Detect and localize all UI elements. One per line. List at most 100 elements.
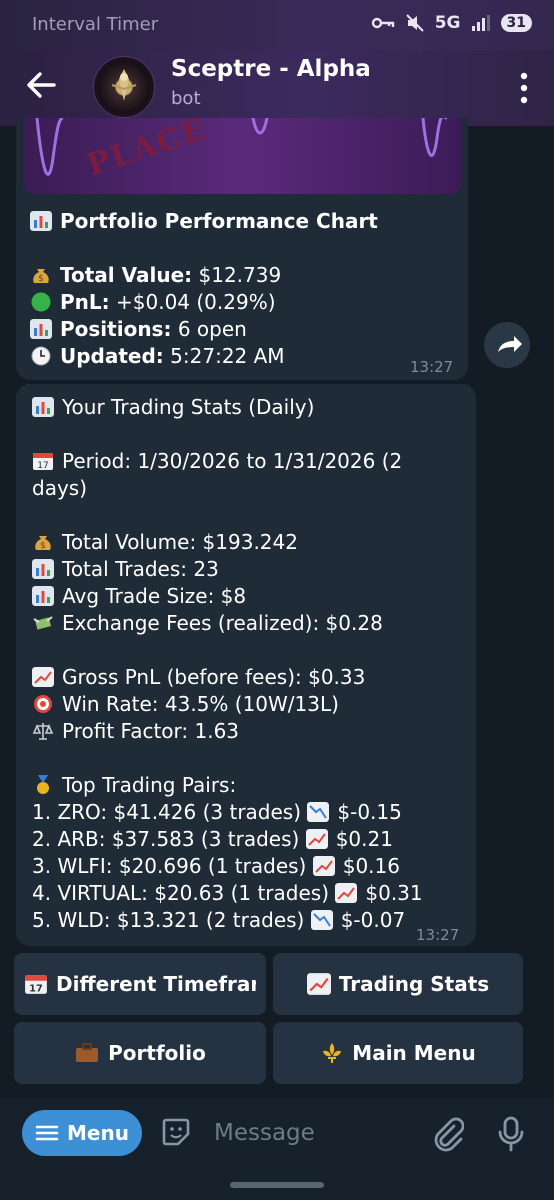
- pnl-line: PnL: +$0.04 (0.29%): [30, 289, 378, 316]
- chart-image[interactable]: PLACE: [23, 118, 461, 194]
- sticker-icon[interactable]: [160, 1116, 192, 1148]
- portfolio-text: Portfolio Performance Chart $ Total Value…: [30, 208, 378, 370]
- different-timeframe-button[interactable]: 17 Different Timeframe: [14, 953, 266, 1015]
- hamburger-icon: [35, 1125, 59, 1141]
- medal-icon: [37, 775, 49, 794]
- portfolio-title-line: Portfolio Performance Chart: [30, 208, 378, 235]
- sceptre-logo-icon: [111, 69, 137, 101]
- total-value-value: $12.739: [192, 263, 282, 287]
- stats-title-line: Your Trading Stats (Daily): [32, 394, 423, 421]
- positions-line: Positions: 6 open: [30, 316, 378, 343]
- trades-text: Total Trades: 23: [62, 557, 219, 581]
- pair-row: 2. ARB: $37.583 (3 trades) $0.21: [32, 826, 423, 853]
- attach-icon[interactable]: [430, 1116, 464, 1152]
- pairs-title-line: Top Trading Pairs:: [32, 772, 423, 799]
- signal-icon: [471, 15, 490, 31]
- menu-label: Menu: [67, 1121, 129, 1145]
- portfolio-button[interactable]: Portfolio: [14, 1022, 266, 1084]
- chart-decreasing-icon: [307, 802, 330, 822]
- green-circle-icon: [31, 292, 51, 312]
- pair-row: 3. WLFI: $20.696 (1 trades) $0.16: [32, 853, 423, 880]
- calendar-icon: 17: [33, 453, 53, 471]
- trades-line: Total Trades: 23: [32, 556, 423, 583]
- pair-text: 2. ARB: $37.583 (3 trades): [32, 827, 300, 851]
- pnl-value: +$0.04 (0.29%): [109, 290, 276, 314]
- chart-decreasing-icon: [310, 910, 333, 930]
- pair-row: 1. ZRO: $41.426 (3 trades) $-0.15: [32, 799, 423, 826]
- factor-text: Profit Factor: 1.63: [62, 719, 240, 743]
- scales-icon: [32, 723, 54, 740]
- target-icon: [34, 695, 52, 713]
- gross-line: Gross PnL (before fees): $0.33: [32, 664, 423, 691]
- fleur-de-lis-icon: [323, 1043, 342, 1063]
- pair-text: 4. VIRTUAL: $20.63 (1 trades): [32, 881, 330, 905]
- pair-text: 3. WLFI: $20.696 (1 trades): [32, 854, 307, 878]
- updated-line: Updated: 5:27:22 AM: [30, 343, 378, 370]
- pair-pnl: $-0.07: [340, 908, 406, 932]
- different-timeframe-label: Different Timeframe: [56, 972, 256, 996]
- bar-chart-icon: [32, 397, 54, 417]
- factor-line: Profit Factor: 1.63: [32, 718, 423, 745]
- chart-increasing-icon: [312, 856, 335, 876]
- key-icon: [371, 17, 394, 29]
- money-bag-icon: $: [33, 269, 49, 284]
- microphone-icon[interactable]: [496, 1116, 526, 1152]
- pair-text: 1. ZRO: $41.426 (3 trades): [32, 800, 302, 824]
- pair-pnl: $0.31: [365, 881, 423, 905]
- money-bag-icon: $: [35, 536, 51, 551]
- message-portfolio-chart[interactable]: PLACE Portfolio Performance Chart $ Total…: [16, 118, 468, 380]
- pair-pnl: $0.16: [342, 854, 400, 878]
- stats-title: Your Trading Stats (Daily): [62, 395, 315, 419]
- main-menu-label: Main Menu: [352, 1041, 476, 1065]
- positions-label: Positions:: [60, 317, 172, 341]
- share-arrow-icon: [498, 336, 522, 352]
- updated-label: Updated:: [60, 344, 164, 368]
- more-options-icon[interactable]: [520, 72, 528, 104]
- pair-pnl: $-0.15: [337, 800, 402, 824]
- pair-pnl: $0.21: [335, 827, 393, 851]
- trading-stats-button[interactable]: Trading Stats: [273, 953, 523, 1015]
- chart-increasing-icon: [335, 883, 358, 903]
- period-text-2: days): [32, 476, 88, 500]
- chart-icon: [30, 319, 52, 339]
- chart-increasing-icon: [32, 667, 54, 687]
- main-menu-button[interactable]: Main Menu: [273, 1022, 523, 1084]
- pairs-title: Top Trading Pairs:: [62, 773, 237, 797]
- winrate-line: Win Rate: 43.5% (10W/13L): [32, 691, 423, 718]
- chat-title[interactable]: Sceptre - Alpha: [171, 56, 371, 82]
- period-text: Period: 1/30/2026 to 1/31/2026 (2: [62, 449, 403, 473]
- status-bar: Interval Timer 5G 31: [0, 0, 554, 50]
- chat-subtitle: bot: [171, 88, 201, 109]
- volume-text: Total Volume: $193.242: [62, 530, 298, 554]
- bar-chart-icon: [32, 559, 54, 579]
- mute-icon: [406, 14, 424, 32]
- message-time: 13:27: [410, 358, 454, 376]
- message-time: 13:27: [416, 926, 460, 944]
- status-icons: 5G 31: [371, 13, 532, 33]
- home-indicator[interactable]: [230, 1182, 324, 1188]
- avg-text: Avg Trade Size: $8: [62, 584, 247, 608]
- avg-line: Avg Trade Size: $8: [32, 583, 423, 610]
- avatar[interactable]: [93, 56, 155, 118]
- back-arrow-icon[interactable]: [24, 68, 58, 102]
- message-input-bar: Menu: [0, 1098, 554, 1170]
- period-line-2: days): [32, 475, 423, 502]
- trading-stats-label: Trading Stats: [338, 972, 490, 996]
- svg-text:$: $: [38, 274, 44, 284]
- bot-menu-button[interactable]: Menu: [22, 1110, 142, 1156]
- status-app-name: Interval Timer: [32, 14, 159, 35]
- svg-text:17: 17: [29, 984, 43, 995]
- svg-text:17: 17: [37, 461, 48, 471]
- message-trading-stats[interactable]: Your Trading Stats (Daily) 17 Period: 1/3…: [16, 384, 476, 946]
- portfolio-label: Portfolio: [108, 1041, 206, 1065]
- pair-row: 5. WLD: $13.321 (2 trades) $-0.07: [32, 907, 423, 934]
- message-input[interactable]: [212, 1112, 416, 1154]
- share-button[interactable]: [484, 322, 530, 368]
- chat-header: Sceptre - Alpha bot: [0, 50, 554, 126]
- trading-stats-text: Your Trading Stats (Daily) 17 Period: 1/3…: [32, 394, 423, 934]
- pair-text: 5. WLD: $13.321 (2 trades): [32, 908, 305, 932]
